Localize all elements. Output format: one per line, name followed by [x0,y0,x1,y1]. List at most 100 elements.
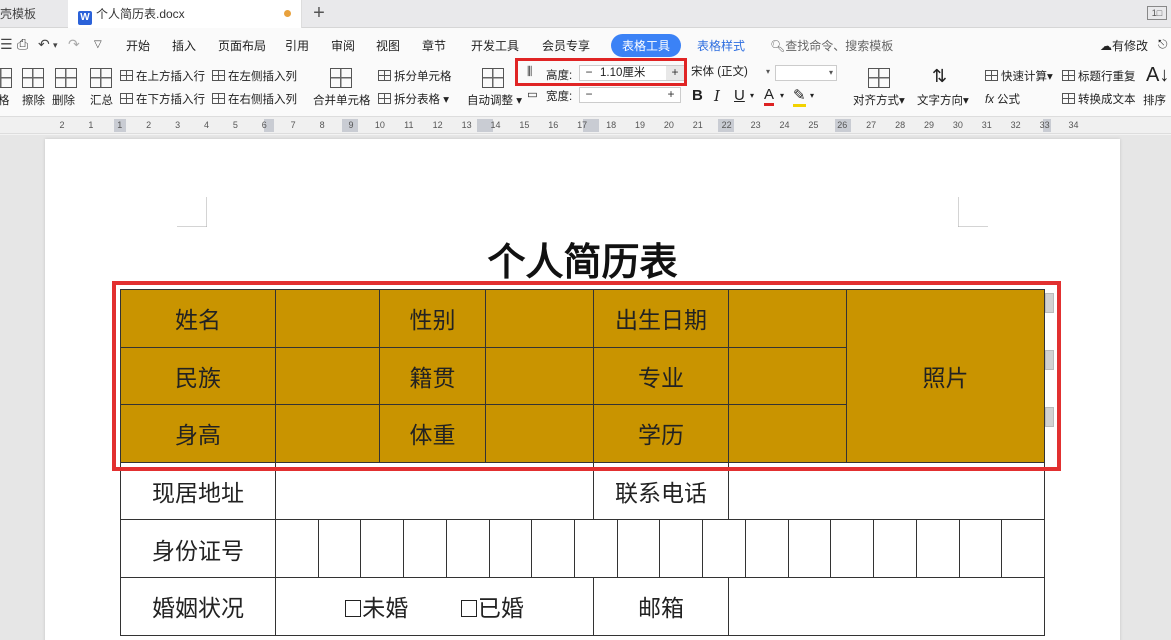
ruler-number: 16 [548,120,559,130]
repeat-header-button[interactable]: 标题行重复 [1062,68,1136,84]
menu-table-tools[interactable]: 表格工具 [611,34,682,57]
id-digit-box[interactable] [404,520,447,577]
command-search[interactable]: 🔍︎查找命令、搜索模板 [770,37,893,54]
menu-developer[interactable]: 开发工具 [471,37,519,54]
document-page[interactable]: 个人简历表 姓名 性别 出生日期 照片 民族 籍贯 专业 身高 体重 学历 现居… [45,139,1120,640]
font-name-select[interactable]: 宋体 (正文) ▾ [689,65,773,81]
menu-page-layout[interactable]: 页面布局 [218,37,266,54]
menu-member[interactable]: 会员专享 [542,37,590,54]
split-cells-button[interactable]: 拆分单元格 [378,68,452,84]
new-tab-button[interactable]: + [308,0,330,28]
font-color-icon[interactable]: A [764,86,775,106]
align-label: 对齐方式 [853,95,899,107]
quick-calc-button[interactable]: 快速计算▾ [985,68,1053,84]
ruler-number: 32 [1010,120,1021,130]
merge-cells-button[interactable]: 合并单元格 [313,92,371,108]
column-width-stepper[interactable]: − + [579,87,681,103]
tab-document[interactable]: W 个人简历表.docx [68,0,302,28]
underline-icon[interactable]: U [734,87,745,104]
ruler-number: 34 [1068,120,1079,130]
auto-adjust-icon[interactable] [482,68,504,88]
text-direction-button[interactable]: 文字方向▾ [917,92,969,108]
tab-template[interactable]: 壳模板 [0,0,68,28]
id-digit-box[interactable] [361,520,405,577]
menu-view[interactable]: 视图 [376,37,400,54]
id-digit-box[interactable] [1002,520,1044,577]
document-title[interactable]: 个人简历表 [45,231,1120,286]
id-digit-box[interactable] [703,520,746,577]
delete-table-icon[interactable] [55,68,77,88]
quick-access-dropdown-icon[interactable]: ▽ [94,39,102,50]
delete-button[interactable]: 删除 [52,92,75,108]
auto-adjust-button[interactable]: 自动调整 ▾ [467,92,522,108]
insert-col-right-icon [212,93,225,104]
split-table-button[interactable]: 拆分表格 ▾ [378,91,449,107]
eraser-icon[interactable] [22,68,44,88]
table-cell-email-value[interactable] [728,577,1045,636]
id-digit-box[interactable] [660,520,704,577]
font-size-select[interactable]: ▾ [775,65,837,81]
menu-home[interactable]: 开始 [126,37,150,54]
redo-icon[interactable]: ↷ [68,36,80,53]
menu-chapter[interactable]: 章节 [422,37,446,54]
menu-table-style[interactable]: 表格样式 [697,37,745,54]
id-digit-box[interactable] [276,520,319,577]
id-digit-box[interactable] [960,520,1003,577]
underline-dropdown-icon[interactable]: ▾ [750,91,754,100]
auto-adjust-dropdown-icon: ▾ [513,95,522,107]
sort-button[interactable]: 排序 [1143,92,1166,108]
bold-icon[interactable]: B [692,87,703,104]
share-icon[interactable]: ⎋ [1158,37,1168,52]
formula-button[interactable]: fx 公式 [985,91,1020,107]
summary-button[interactable]: 汇总 [90,92,113,108]
table-cell-id-label[interactable]: 身份证号 [120,519,276,578]
width-increase-button[interactable]: + [662,88,680,102]
undo-dropdown-icon[interactable]: ▾ [53,40,58,51]
convert-to-text-button[interactable]: 转换成文本 [1062,91,1136,107]
id-digit-box[interactable] [575,520,618,577]
id-digit-box[interactable] [917,520,960,577]
insert-col-left-button[interactable]: 在左侧插入列 [212,68,297,84]
table-cell-marital-label[interactable]: 婚姻状况 [120,577,276,636]
id-digit-box[interactable] [490,520,533,577]
print-preview-icon[interactable]: ⎙ [17,36,28,53]
insert-col-right-button[interactable]: 在右侧插入列 [212,91,297,107]
align-icon[interactable] [868,68,890,88]
revise-status[interactable]: ☁有修改 [1100,37,1148,54]
file-menu-icon[interactable]: ☰ [0,36,13,53]
merge-cells-icon[interactable] [330,68,352,88]
insert-row-above-icon [120,70,133,81]
id-digit-box[interactable] [789,520,832,577]
menu-insert[interactable]: 插入 [172,37,196,54]
id-digit-box[interactable] [746,520,789,577]
summary-icon[interactable] [90,68,112,88]
highlighter-icon[interactable]: ✎ [793,86,806,107]
table-cell-email-label[interactable]: 邮箱 [593,577,729,636]
font-color-dropdown-icon[interactable]: ▾ [780,91,784,100]
align-button[interactable]: 对齐方式▾ [853,92,905,108]
id-digit-box[interactable] [447,520,490,577]
unmarried-checkbox[interactable] [345,600,362,618]
width-decrease-button[interactable]: − [580,88,598,102]
menu-review[interactable]: 审阅 [331,37,355,54]
italic-icon[interactable]: I [714,87,720,105]
id-digit-box[interactable] [831,520,875,577]
sort-icon[interactable]: A↓ [1146,64,1169,87]
id-digit-box[interactable] [532,520,576,577]
highlighter-dropdown-icon[interactable]: ▾ [810,91,814,100]
undo-icon[interactable]: ↶ [38,36,50,53]
menu-references[interactable]: 引用 [285,37,309,54]
window-tile-button[interactable]: 1□ [1147,6,1167,20]
id-digit-box[interactable] [874,520,917,577]
text-direction-icon[interactable]: ⇅ [932,66,947,87]
erase-button[interactable]: 擦除 [22,92,45,108]
id-digit-box[interactable] [618,520,661,577]
table-cell-id-digits[interactable] [275,519,1045,578]
insert-row-above-button[interactable]: 在上方插入行 [120,68,205,84]
table-clip-icon[interactable] [0,68,12,88]
married-checkbox[interactable] [460,600,477,618]
id-digit-box[interactable] [319,520,362,577]
table-cell-marital-options[interactable]: 未婚 已婚 [275,577,594,636]
insert-row-below-button[interactable]: 在下方插入行 [120,91,205,107]
horizontal-ruler[interactable]: 2 1 1 2 3 4 5 6 7 8 9 10 11 12 13 14 15 16 17 18 19 20 21 22 23 2… [0,117,1171,134]
